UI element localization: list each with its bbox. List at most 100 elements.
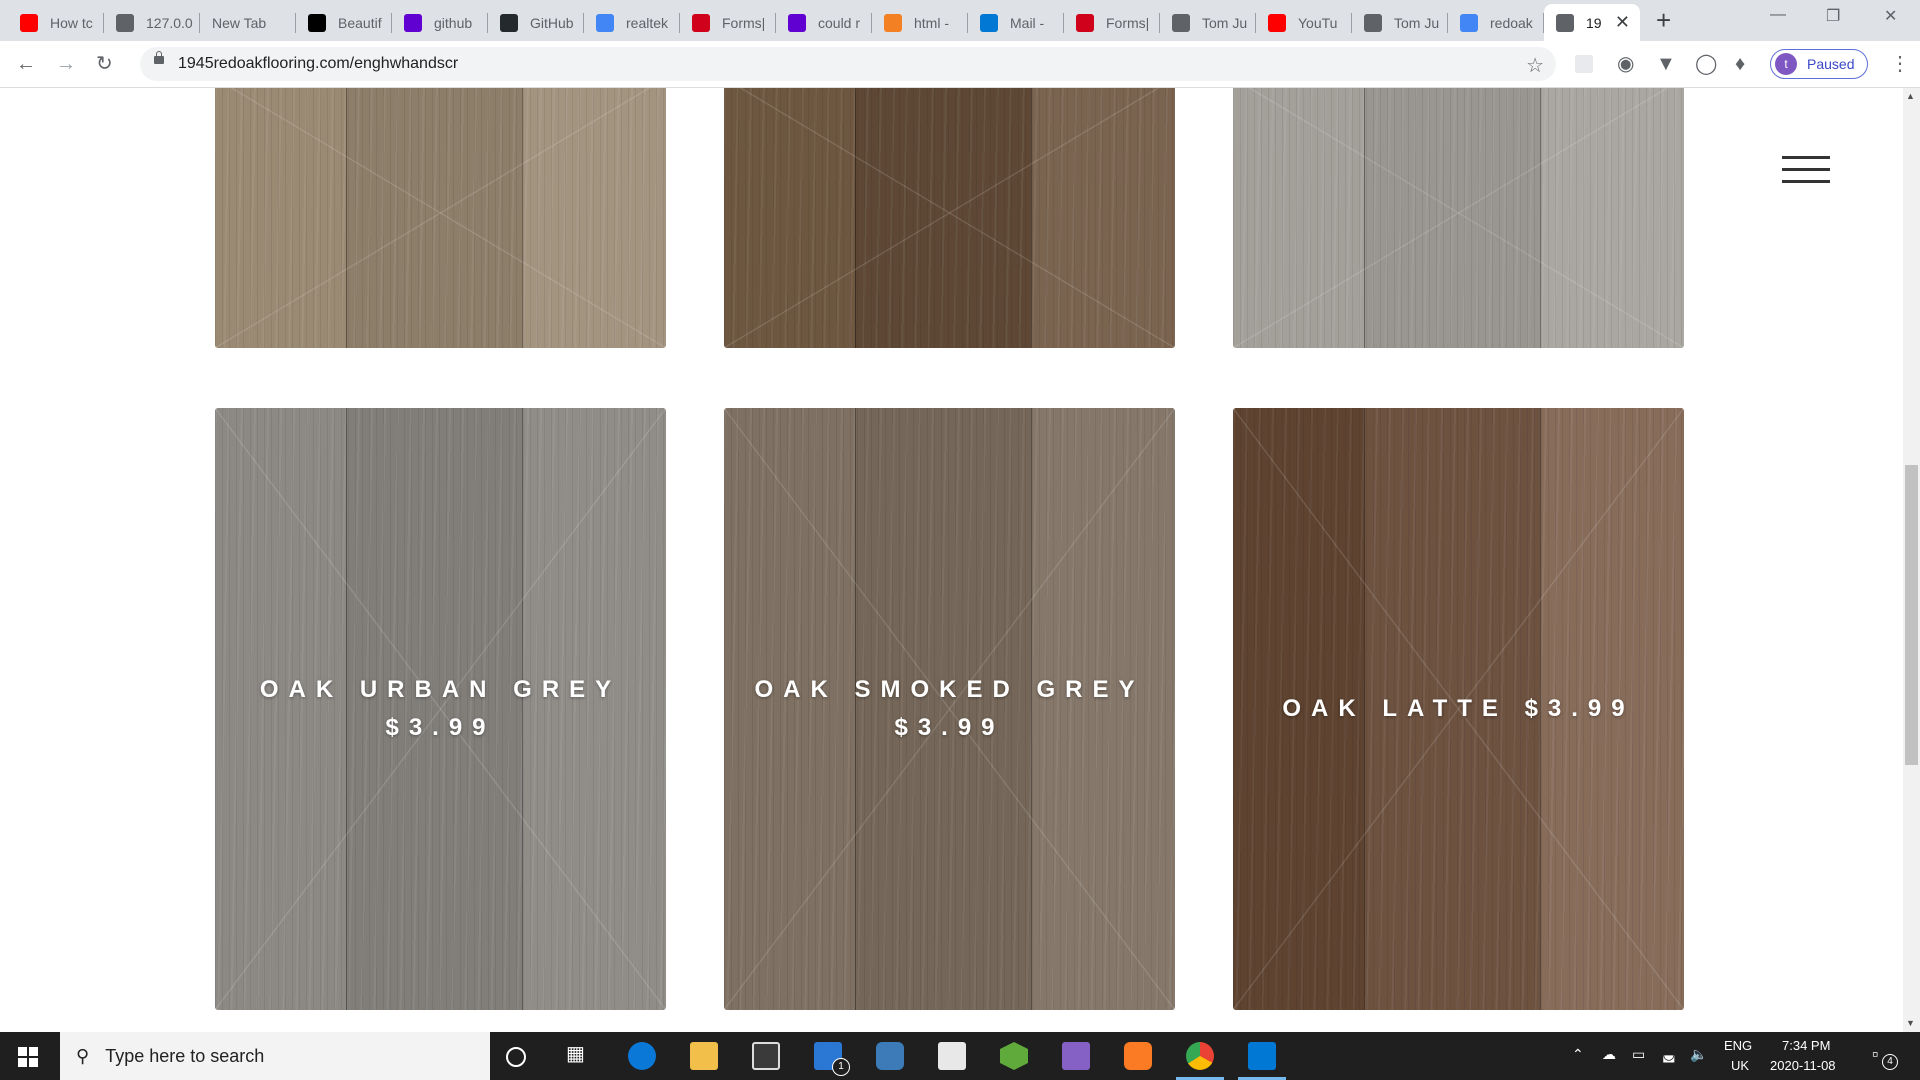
product-card[interactable]: OAK URBAN GREY $3.99 [215,408,666,1010]
product-label: OAK SMOKED GREY $3.99 [724,671,1175,747]
onedrive-icon[interactable]: ☁ [1602,1046,1616,1063]
visual-studio-icon[interactable] [1062,1042,1090,1070]
clock-time[interactable]: 7:34 PM [1782,1038,1830,1053]
language-indicator[interactable]: ENG [1724,1038,1752,1053]
browser-tab[interactable]: New Tab [200,4,296,41]
profile-button[interactable]: t Paused [1770,49,1868,79]
taskbar-search-box[interactable]: ⚲ Type here to search [60,1032,490,1080]
browser-tab[interactable]: Forms| [1064,4,1160,41]
bookmark-star-icon[interactable]: ☆ [1526,53,1544,78]
mail-badge: 1 [832,1058,850,1076]
address-bar[interactable]: 1945redoakflooring.com/enghwhandscr ☆ [140,47,1556,81]
tab-strip: How tc 127.0.0 New Tab Beautif github GitHub r… [0,0,1920,41]
close-window-button[interactable]: ✕ [1884,6,1897,26]
hamburger-menu-icon[interactable] [1782,156,1830,184]
file-explorer-icon[interactable] [690,1042,718,1070]
vue-devtools-icon[interactable]: ▼ [1656,53,1676,75]
product-card[interactable]: OAK LATTE $3.99 [1233,408,1684,1010]
battery-icon[interactable]: ▭ [1632,1046,1645,1063]
tab-title: YouTu [1298,14,1338,31]
tab-title: Beautif [338,14,382,31]
forward-arrow-icon[interactable]: → [56,53,76,75]
clock-date[interactable]: 2020-11-08 [1770,1058,1836,1073]
region-indicator[interactable]: UK [1731,1058,1749,1073]
notification-center-icon[interactable]: ▫ 4 [1872,1044,1898,1070]
reload-icon[interactable]: ↻ [96,53,113,75]
new-tab-button[interactable]: + [1656,6,1671,34]
scroll-down-arrow-icon[interactable]: ▼ [1906,1018,1915,1028]
nodejs-icon[interactable] [1000,1042,1028,1070]
product-card[interactable] [215,88,666,348]
search-icon: ⚲ [76,1045,90,1066]
product-card[interactable]: OAK SMOKED GREY $3.99 [724,408,1175,1010]
extension-icon[interactable] [1575,55,1593,73]
close-tab-icon[interactable]: ✕ [1615,12,1630,33]
notification-count-badge: 4 [1882,1054,1898,1070]
browser-tab[interactable]: github [392,4,488,41]
browser-tab[interactable]: Mail - [968,4,1064,41]
kebab-menu-icon[interactable]: ⋮ [1890,53,1910,75]
browser-tab[interactable]: Forms| [680,4,776,41]
document-icon[interactable] [938,1042,966,1070]
browser-tab[interactable]: could r [776,4,872,41]
store-icon[interactable] [752,1042,780,1070]
extension-circle-icon[interactable]: ◉ [1617,53,1634,75]
windows-taskbar: ⚲ Type here to search ▦ 1 ⌃ ☁ ▭ ◛ 🔈 ENG … [0,1032,1920,1080]
browser-tab[interactable]: Tom Ju [1160,4,1256,41]
page-scrollbar-thumb[interactable] [1905,465,1918,765]
task-view-icon[interactable]: ▦ [566,1041,594,1069]
product-card[interactable] [724,88,1175,348]
vscode-icon[interactable] [1238,1042,1286,1080]
beautiful-icon [308,13,326,32]
globe-icon [1364,13,1382,32]
profile-status-label: Paused [1807,56,1855,72]
browser-tab[interactable]: Tom Ju [1352,4,1448,41]
page-viewport: OAK URBAN GREY $3.99 OAK SMOKED GREY $3.99 O… [0,88,1903,1032]
extension-settings-icon[interactable]: ◯ [1695,53,1717,75]
tab-title: How tc [50,14,93,31]
edge-icon[interactable] [628,1042,656,1070]
xampp-icon[interactable] [1124,1042,1152,1070]
product-label: OAK LATTE $3.99 [1233,690,1684,728]
youtube-icon [20,13,38,32]
youtube-icon [1268,13,1286,32]
mail-icon[interactable]: 1 [814,1042,850,1076]
tab-title: Tom Ju [1394,14,1440,31]
browser-tab[interactable]: How tc [8,4,104,41]
windows-start-icon[interactable] [18,1047,38,1067]
product-price: $3.99 [385,714,496,741]
tab-title: realtek [626,14,669,31]
product-name: OAK SMOKED GREY [754,676,1145,703]
taskbar-search-placeholder: Type here to search [105,1045,265,1066]
formspree-icon [692,13,710,32]
scroll-up-arrow-icon[interactable]: ▲ [1906,91,1915,101]
browser-tab[interactable]: realtek [584,4,680,41]
browser-tab[interactable]: GitHub [488,4,584,41]
browser-tab[interactable]: redoak [1448,4,1544,41]
volume-icon[interactable]: 🔈 [1690,1046,1707,1063]
python-icon[interactable] [876,1042,904,1070]
back-arrow-icon[interactable]: ← [16,53,36,75]
show-hidden-icons-chevron-icon[interactable]: ⌃ [1572,1046,1584,1063]
tab-title: 127.0.0 [146,14,193,31]
restore-button[interactable]: ❐ [1826,6,1840,26]
browser-tab[interactable]: html - [872,4,968,41]
google-icon [596,13,614,32]
browser-tab[interactable]: 127.0.0 [104,4,200,41]
product-card[interactable] [1233,88,1684,348]
browser-tab[interactable]: YouTu [1256,4,1352,41]
watermark-cross [215,88,666,348]
puzzle-extensions-icon[interactable]: ♦ [1735,53,1745,75]
product-name: OAK LATTE $3.99 [1282,695,1635,722]
tab-title: 19 [1586,14,1602,31]
browser-tab[interactable]: 19 ✕ [1544,4,1640,41]
browser-tab[interactable]: Beautif [296,4,392,41]
wifi-icon[interactable]: ◛ [1662,1046,1676,1063]
cortana-icon[interactable] [506,1047,526,1067]
url-text[interactable]: 1945redoakflooring.com/enghwhandscr [178,55,458,73]
tab-title: New Tab [212,14,267,31]
globe-icon [116,13,134,32]
minimize-button[interactable]: — [1770,6,1786,24]
product-price: $3.99 [894,714,1005,741]
chrome-icon[interactable] [1176,1042,1224,1080]
